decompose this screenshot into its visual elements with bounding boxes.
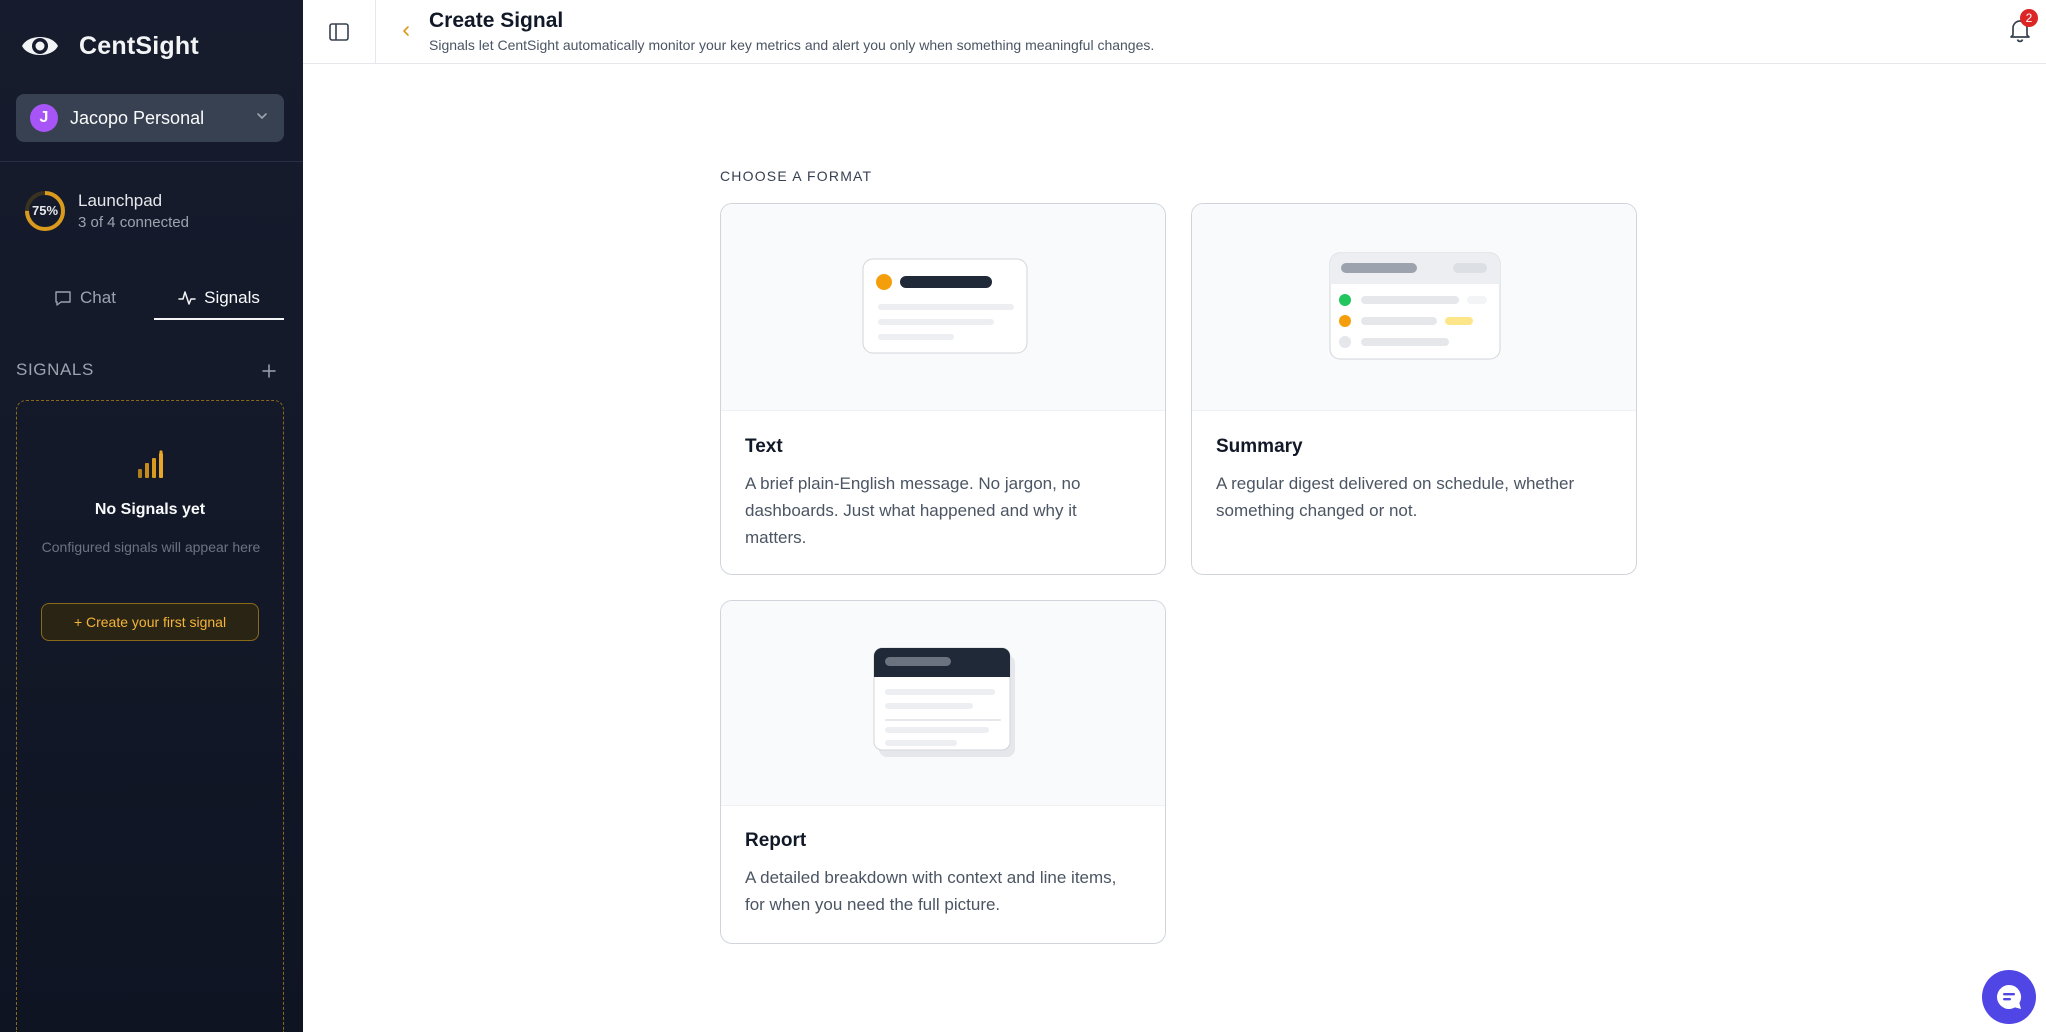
format-card-title: Report xyxy=(745,830,807,851)
signals-section-header: SIGNALS xyxy=(16,360,280,384)
launchpad-title: Launchpad xyxy=(78,191,163,210)
tab-chat[interactable]: Chat xyxy=(16,278,154,318)
sidebar-toggle-button[interactable] xyxy=(303,0,376,63)
launchpad-progress-ring: 75% xyxy=(24,190,66,232)
eye-logo-icon xyxy=(22,37,58,55)
text-format-preview xyxy=(721,204,1165,411)
chat-bubble-icon xyxy=(55,291,71,306)
format-card-text[interactable]: Text A brief plain-English message. No j… xyxy=(720,203,1166,575)
signals-section-label: SIGNALS xyxy=(16,360,94,379)
help-chat-button[interactable] xyxy=(1982,970,2036,1024)
signals-empty-state: No Signals yet Configured signals will a… xyxy=(16,400,284,1032)
chevron-down-icon xyxy=(257,113,267,119)
page-title: Create Signal xyxy=(429,9,564,32)
sidebar-divider xyxy=(0,161,303,162)
sidebar-panel-icon xyxy=(329,22,349,41)
summary-format-preview xyxy=(1192,204,1636,411)
sidebar: CentSight J Jacopo Personal 75% Launchpa… xyxy=(0,0,303,1032)
tab-signals-label: Signals xyxy=(204,288,260,307)
empty-state-subtitle: Configured signals will appear here xyxy=(41,539,261,555)
format-card-title: Summary xyxy=(1216,436,1303,457)
text-message-illustration xyxy=(862,258,1028,354)
back-chevron-icon[interactable] xyxy=(395,20,417,42)
format-card-report[interactable]: Report A detailed breakdown with context… xyxy=(720,600,1166,944)
format-card-summary[interactable]: Summary A regular digest delivered on sc… xyxy=(1191,203,1637,575)
add-signal-icon[interactable] xyxy=(258,360,280,382)
empty-state-title: No Signals yet xyxy=(94,501,206,518)
format-card-description: A regular digest delivered on schedule, … xyxy=(1216,474,1575,520)
format-card-description: A detailed breakdown with context and li… xyxy=(745,868,1117,914)
tab-chat-label: Chat xyxy=(80,288,116,307)
brand[interactable]: CentSight xyxy=(20,28,199,64)
page-subtitle: Signals let CentSight automatically moni… xyxy=(429,37,1155,53)
workspace-name: Jacopo Personal xyxy=(70,107,205,128)
summary-digest-illustration xyxy=(1329,252,1501,360)
page-header: Create Signal Signals let CentSight auto… xyxy=(303,0,2046,64)
format-card-description: A brief plain-English message. No jargon… xyxy=(745,474,1081,547)
format-card-title: Text xyxy=(745,436,783,457)
notification-badge: 2 xyxy=(2020,9,2038,27)
launchpad[interactable]: 75% Launchpad 3 of 4 connected xyxy=(24,190,189,232)
avatar: J xyxy=(30,104,58,132)
tab-signals[interactable]: Signals xyxy=(154,278,284,320)
report-format-preview xyxy=(721,601,1165,806)
app-name: CentSight xyxy=(79,31,199,60)
launchpad-status: 3 of 4 connected xyxy=(78,214,189,231)
launchpad-percent: 75% xyxy=(31,203,59,218)
bar-chart-icon xyxy=(138,450,163,478)
sidebar-tabs: Chat Signals xyxy=(16,278,284,320)
activity-icon xyxy=(178,291,196,305)
choose-format-label: CHOOSE A FORMAT xyxy=(720,168,873,184)
workspace-switcher[interactable]: J Jacopo Personal xyxy=(16,94,284,142)
chat-support-icon xyxy=(1997,985,2022,1009)
create-first-signal-button[interactable]: + Create your first signal xyxy=(41,603,259,641)
report-document-illustration xyxy=(873,647,1015,757)
